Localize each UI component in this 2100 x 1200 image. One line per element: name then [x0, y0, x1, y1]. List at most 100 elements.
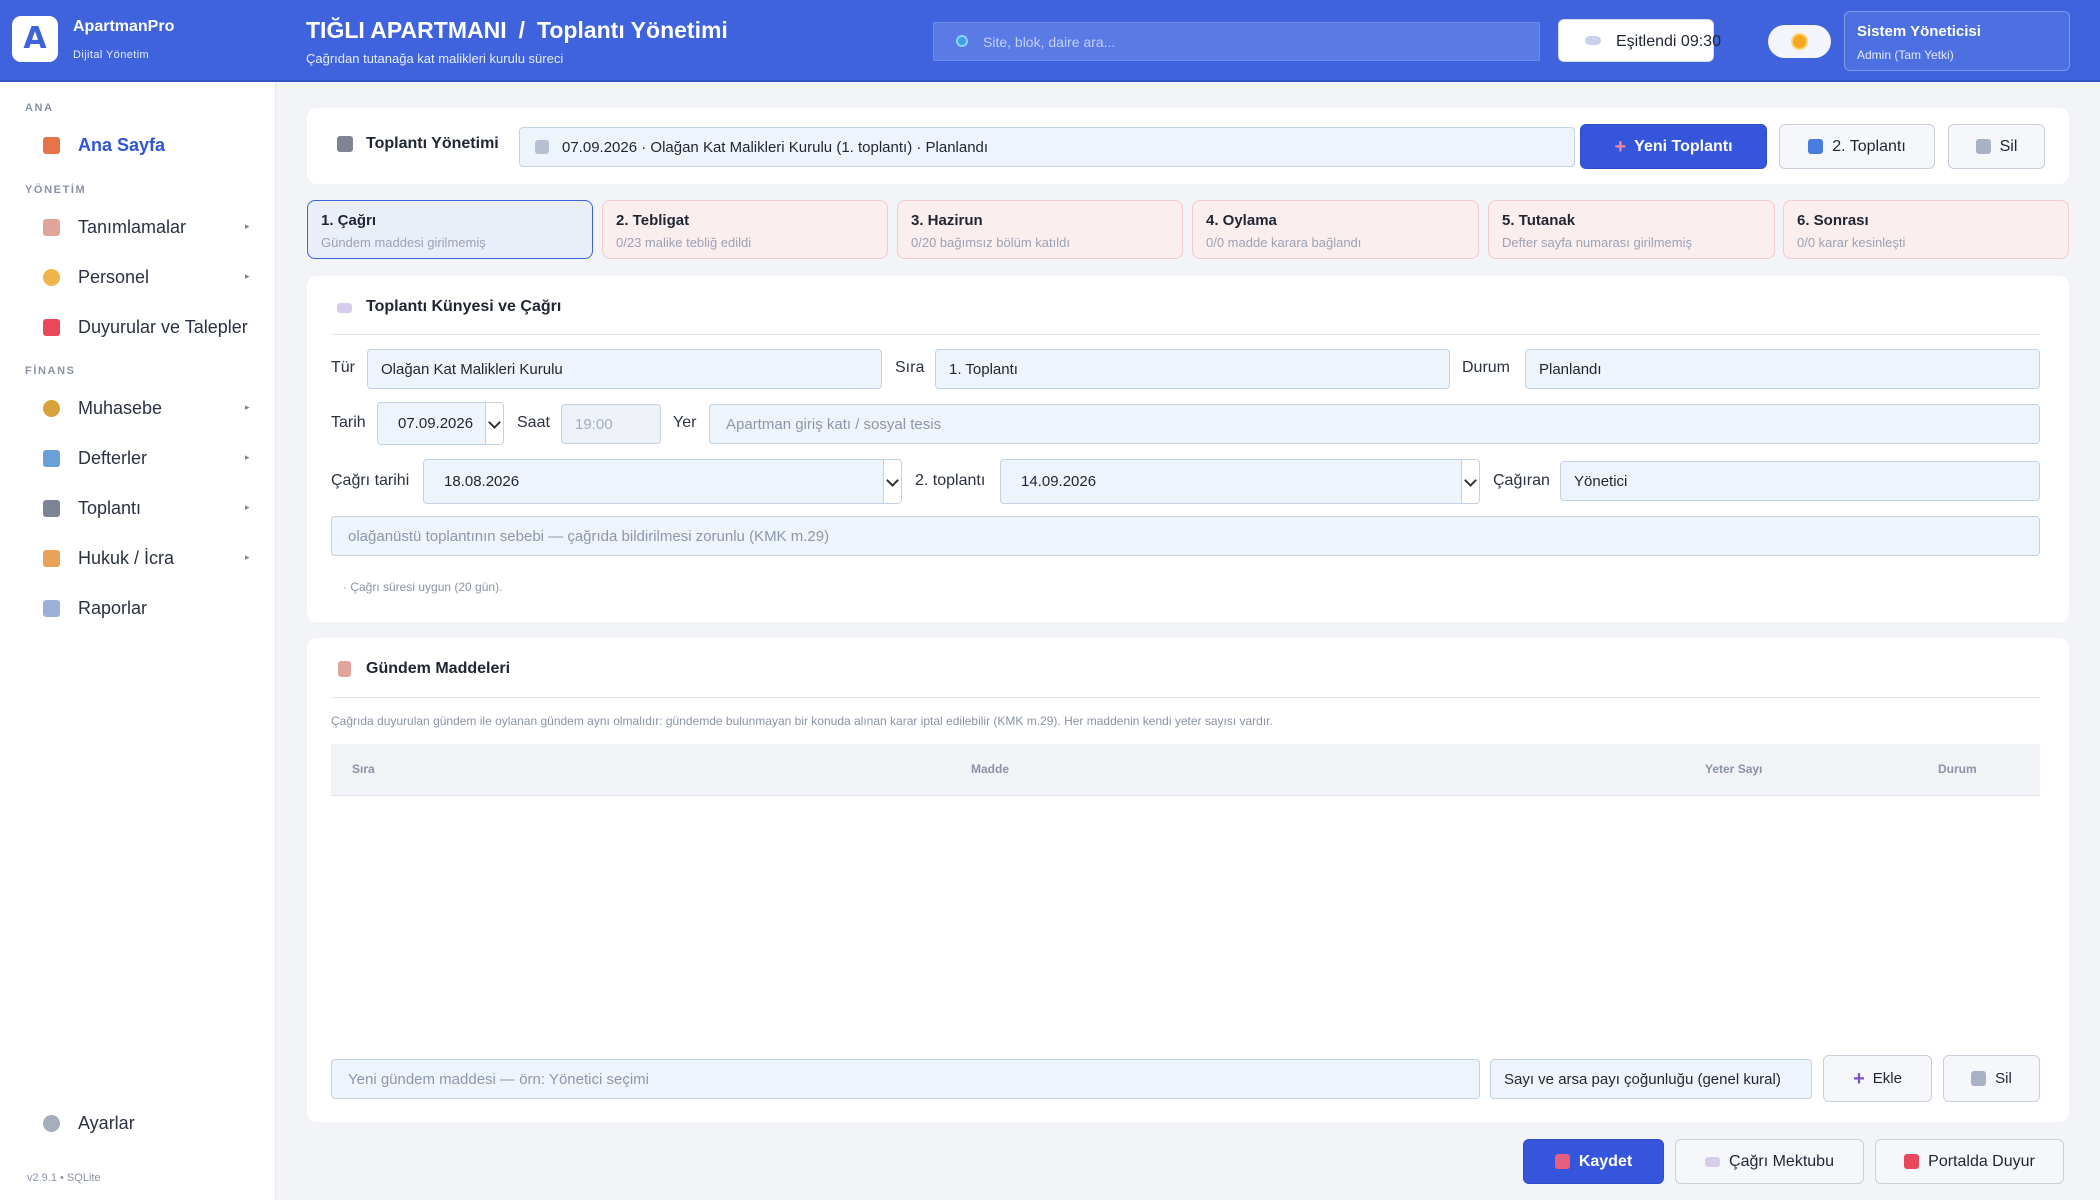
search-input[interactable]: Site, blok, daire ara...	[933, 22, 1540, 61]
meeting-select-value: 07.09.2026 · Olağan Kat Malikleri Kurulu…	[562, 138, 989, 156]
step-tutanak[interactable]: 5. Tutanak Defter sayfa numarası girilme…	[1488, 200, 1775, 259]
call-letter-button[interactable]: Çağrı Mektubu	[1675, 1139, 1864, 1184]
clapper-icon	[43, 500, 60, 517]
column-sira: Sıra	[352, 762, 375, 776]
agenda-table-header: Sıra Madde Yeter Sayı Durum	[331, 744, 2040, 796]
portal-announce-label: Portalda Duyur	[1928, 1152, 2035, 1170]
sidebar-item-defterler[interactable]: Defterler ▸	[0, 439, 276, 479]
floppy-disk-icon	[1554, 1154, 1570, 1169]
step-oylama[interactable]: 4. Oylama 0/0 madde karara bağlandı	[1192, 200, 1479, 259]
delete-meeting-button[interactable]: Sil	[1948, 124, 2045, 169]
saat-field[interactable]: 19:00	[561, 404, 661, 444]
step-subtitle: 0/20 bağımsız bölüm katıldı	[911, 235, 1070, 250]
quorum-select[interactable]: Sayı ve arsa payı çoğunluğu (genel kural…	[1490, 1059, 1812, 1099]
chevron-right-icon: ▸	[245, 552, 250, 562]
chevron-right-icon: ▸	[245, 502, 250, 512]
home-icon	[43, 137, 60, 154]
search-placeholder: Site, blok, daire ara...	[983, 34, 1116, 50]
user-menu[interactable]: Sistem Yöneticisi Admin (Tam Yetki)	[1844, 11, 2070, 71]
sidebar-item-ana-sayfa[interactable]: Ana Sayfa	[0, 126, 276, 166]
delete-agenda-button[interactable]: Sil	[1943, 1055, 2040, 1102]
step-subtitle: Defter sayfa numarası girilmemiş	[1502, 235, 1692, 250]
user-name: Sistem Yöneticisi	[1857, 23, 1981, 40]
column-madde: Madde	[971, 762, 1010, 776]
chevron-right-icon: ▸	[245, 452, 250, 462]
portal-announce-button[interactable]: Portalda Duyur	[1875, 1139, 2064, 1184]
step-subtitle: 0/23 malike tebliğ edildi	[616, 235, 752, 250]
sidebar-item-label: Tanımlamalar	[78, 217, 187, 237]
chevron-down-icon	[883, 460, 901, 503]
sidebar-item-label: Muhasebe	[78, 398, 163, 418]
meeting-select[interactable]: 07.09.2026 · Olağan Kat Malikleri Kurulu…	[519, 127, 1575, 167]
delete-agenda-label: Sil	[1995, 1070, 2012, 1087]
chevron-down-icon	[485, 403, 503, 444]
sidebar-item-muhasebe[interactable]: Muhasebe ▸	[0, 389, 276, 429]
step-tebligat[interactable]: 2. Tebligat 0/23 malike tebliğ edildi	[602, 200, 888, 259]
sync-status-button[interactable]: Eşitlendi 09:30	[1558, 19, 1721, 62]
sidebar-item-personel[interactable]: Personel ▸	[0, 258, 276, 298]
yer-label: Yer	[673, 414, 697, 431]
new-meeting-button[interactable]: + Yeni Toplantı	[1580, 124, 1767, 169]
top-header: A ApartmanPro Dijital Yönetim TIĞLI APAR…	[0, 0, 2100, 82]
save-button[interactable]: Kaydet	[1523, 1139, 1664, 1184]
cagiran-label: Çağıran	[1493, 472, 1550, 489]
sidebar-item-toplanti[interactable]: Toplantı ▸	[0, 489, 276, 529]
durum-label: Durum	[1462, 359, 1511, 376]
scales-icon	[43, 550, 60, 567]
tarih-label: Tarih	[331, 414, 366, 431]
second-meeting-label: 2. Toplantı	[1832, 137, 1906, 155]
delete-meeting-label: Sil	[1999, 137, 2018, 155]
section-ana: ANA	[25, 102, 54, 114]
details-title: Toplantı Künyesi ve Çağrı	[366, 298, 562, 315]
step-cagri[interactable]: 1. Çağrı Gündem maddesi girilmemiş	[307, 200, 593, 259]
sidebar-item-label: Defterler	[78, 448, 148, 468]
second-meeting-button[interactable]: 2. Toplantı	[1779, 124, 1935, 169]
yer-input[interactable]: Apartman giriş katı / sosyal tesis	[709, 404, 2040, 444]
ikinci-toplanti-date-field[interactable]: 14.09.2026	[1000, 459, 1480, 504]
sebep-input[interactable]: olağanüstü toplantının sebebi — çağrıda …	[331, 516, 2040, 556]
step-title: 2. Tebligat	[616, 212, 690, 229]
new-agenda-input[interactable]: Yeni gündem maddesi — örn: Yönetici seçi…	[331, 1059, 1480, 1099]
step-title: 5. Tutanak	[1502, 212, 1576, 229]
trash-icon	[1975, 139, 1991, 154]
step-subtitle: 0/0 madde karara bağlandı	[1206, 235, 1362, 250]
step-sonrasi[interactable]: 6. Sonrası 0/0 karar kesinleşti	[1783, 200, 2069, 259]
sidebar-item-raporlar[interactable]: Raporlar	[0, 589, 276, 629]
sidebar-item-ayarlar[interactable]: Ayarlar	[0, 1104, 276, 1144]
tur-select[interactable]: Olağan Kat Malikleri Kurulu	[367, 349, 882, 389]
theme-toggle-button[interactable]	[1768, 25, 1831, 58]
sidebar: ANA Ana Sayfa YÖNETİM Tanımlamalar ▸ Per…	[0, 82, 276, 1200]
plus-icon: +	[1853, 1067, 1865, 1090]
durum-select[interactable]: Planlandı	[1525, 349, 2040, 389]
user-role: Admin (Tam Yetki)	[1857, 48, 1954, 62]
sidebar-item-hukuk[interactable]: Hukuk / İcra ▸	[0, 539, 276, 579]
meeting-bar-title: Toplantı Yönetimi	[366, 135, 499, 152]
chevron-right-icon: ▸	[245, 402, 250, 412]
call-letter-label: Çağrı Mektubu	[1729, 1152, 1834, 1170]
chevron-right-icon: ▸	[245, 271, 250, 281]
sira-select[interactable]: 1. Toplantı	[935, 349, 1450, 389]
section-yonetim: YÖNETİM	[25, 184, 87, 196]
step-hazirun[interactable]: 3. Hazirun 0/20 bağımsız bölüm katıldı	[897, 200, 1183, 259]
cagri-tarihi-value: 18.08.2026	[444, 473, 520, 490]
clipboard-icon	[43, 219, 60, 236]
sidebar-item-duyurular[interactable]: Duyurular ve Talepler	[0, 308, 276, 348]
agenda-note: Çağrıda duyurulan gündem ile oylanan gün…	[331, 714, 1273, 728]
page-name: Toplantı Yönetimi	[536, 17, 728, 43]
cloud-icon	[1585, 36, 1601, 45]
bar-chart-icon	[43, 450, 60, 467]
clapper-icon	[337, 136, 353, 152]
envelope-icon	[337, 303, 352, 313]
add-agenda-button[interactable]: + Ekle	[1823, 1055, 1932, 1102]
cagri-tarihi-date-field[interactable]: 18.08.2026	[423, 459, 902, 504]
envelope-icon	[1705, 1156, 1721, 1167]
step-title: 3. Hazirun	[911, 212, 983, 229]
megaphone-icon	[1904, 1154, 1920, 1169]
details-divider	[331, 334, 2040, 335]
tarih-date-field[interactable]: 07.09.2026	[377, 402, 504, 445]
sidebar-item-label: Hukuk / İcra	[78, 548, 175, 568]
sidebar-item-tanimlamalar[interactable]: Tanımlamalar ▸	[0, 208, 276, 248]
gear-icon	[43, 1115, 60, 1132]
sync-label: Eşitlendi 09:30	[1616, 33, 1721, 50]
cagiran-input[interactable]: Yönetici	[1560, 461, 2040, 501]
